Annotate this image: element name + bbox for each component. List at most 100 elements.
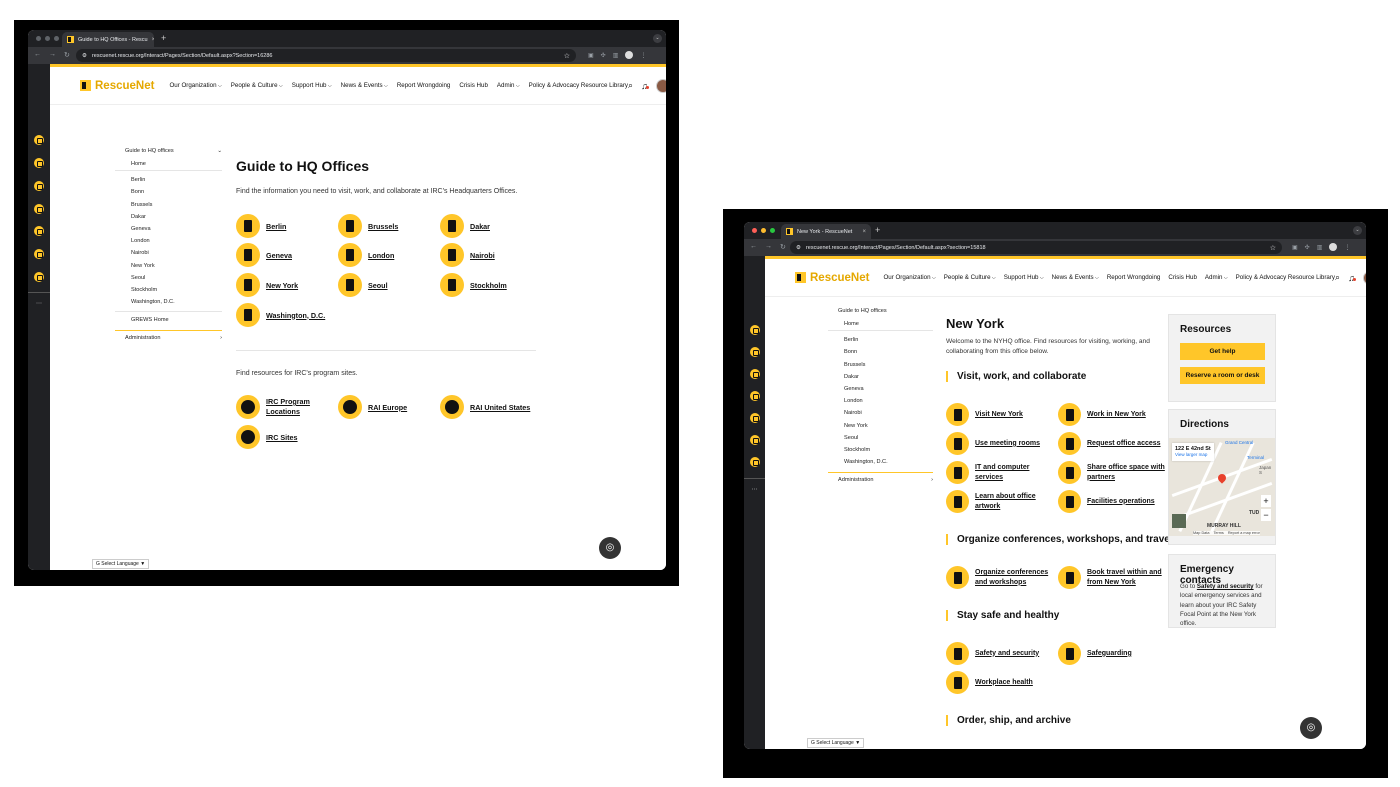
zoom-in-button[interactable]: + bbox=[1261, 495, 1271, 507]
sidenav-item-london[interactable]: London bbox=[828, 395, 933, 407]
rescuenet-logo[interactable]: RescueNet bbox=[795, 272, 869, 284]
nav-crisis-hub[interactable]: Crisis Hub bbox=[459, 82, 488, 89]
avatar[interactable] bbox=[1362, 270, 1366, 285]
search-icon[interactable]: ⌕ bbox=[1335, 272, 1340, 283]
url-field[interactable]: ⚙ rescuenet.rescue.org/Interact/Pages/Se… bbox=[790, 241, 1282, 254]
bell-icon[interactable]: ♫ bbox=[1348, 273, 1356, 283]
extension-icon[interactable]: ▣ bbox=[1292, 244, 1298, 251]
forward-icon[interactable]: → bbox=[765, 243, 772, 251]
sidenav-item-stockholm[interactable]: Stockholm bbox=[115, 284, 222, 296]
reserve-room-button[interactable]: Reserve a room or desk bbox=[1180, 367, 1265, 384]
alerts-app-icon[interactable] bbox=[749, 391, 760, 401]
sidenav-item-bonn[interactable]: Bonn bbox=[115, 186, 222, 198]
link-office-artwork[interactable]: Learn about office artwork bbox=[946, 490, 1056, 513]
new-tab-icon[interactable]: + bbox=[875, 225, 880, 235]
link-it-services[interactable]: IT and computer services bbox=[946, 461, 1056, 484]
site-info-icon[interactable]: ⚙ bbox=[82, 53, 87, 59]
resource-link-program-locations[interactable]: IRC Program Locations bbox=[236, 395, 332, 419]
nav-news-events[interactable]: News & Events bbox=[341, 82, 388, 89]
office-link-nairobi[interactable]: Nairobi bbox=[440, 243, 495, 267]
puzzle-icon[interactable]: ✣ bbox=[601, 52, 606, 59]
calendar-app-icon[interactable] bbox=[749, 457, 760, 467]
office-link-seoul[interactable]: Seoul bbox=[338, 273, 388, 297]
url-field[interactable]: ⚙ rescuenet.rescue.org/Interact/Pages/Se… bbox=[76, 49, 576, 62]
view-larger-map-link[interactable]: View larger map bbox=[1175, 452, 1207, 457]
reload-icon[interactable]: ↻ bbox=[780, 243, 786, 251]
extension-icon[interactable]: ▣ bbox=[588, 52, 594, 59]
resource-link-rai-europe[interactable]: RAI Europe bbox=[338, 395, 407, 419]
people-app-icon[interactable] bbox=[749, 369, 760, 379]
avatar[interactable] bbox=[655, 78, 666, 93]
nav-admin[interactable]: Admin bbox=[1205, 274, 1228, 281]
sidenav-item-home[interactable]: Home bbox=[115, 158, 222, 172]
sidenav-administration[interactable]: Administration › bbox=[115, 330, 222, 341]
apps-grid-icon[interactable]: ⋯ bbox=[36, 300, 42, 307]
alerts-app-icon[interactable] bbox=[34, 204, 44, 214]
back-icon[interactable]: ← bbox=[750, 243, 757, 251]
bookmark-star-icon[interactable]: ☆ bbox=[564, 52, 570, 60]
sidenav-item-geneva[interactable]: Geneva bbox=[828, 383, 933, 395]
office-link-dakar[interactable]: Dakar bbox=[440, 214, 490, 238]
nav-policy-library[interactable]: Policy & Advocacy Resource Library bbox=[529, 82, 628, 89]
people-app-icon[interactable] bbox=[34, 181, 44, 191]
link-book-travel[interactable]: Book travel within and from New York bbox=[1058, 566, 1168, 589]
tab-search-icon[interactable]: ⌄ bbox=[1353, 226, 1362, 235]
get-help-button[interactable]: Get help bbox=[1180, 343, 1265, 360]
menu-icon[interactable]: ⋮ bbox=[1344, 244, 1350, 251]
window-controls[interactable] bbox=[752, 228, 775, 233]
close-tab-icon[interactable]: × bbox=[152, 37, 154, 43]
link-office-access[interactable]: Request office access bbox=[1058, 432, 1161, 455]
sidenav-item-washington[interactable]: Washington, D.C. bbox=[828, 456, 933, 468]
link-share-office-space[interactable]: Share office space with partners bbox=[1058, 461, 1168, 484]
sidenav-item-dakar[interactable]: Dakar bbox=[828, 371, 933, 383]
sidenav-title-row[interactable]: Guide to HQ offices ⌄ bbox=[115, 148, 222, 158]
nav-our-organization[interactable]: Our Organization bbox=[169, 82, 221, 89]
sidenav-title-row[interactable]: Guide to HQ offices bbox=[828, 308, 933, 318]
map-terms-link[interactable]: Terms bbox=[1213, 531, 1223, 535]
window-controls[interactable] bbox=[36, 36, 59, 41]
sidenav-item-nairobi[interactable]: Nairobi bbox=[828, 407, 933, 419]
safety-security-link[interactable]: Safety and security bbox=[1197, 583, 1254, 590]
language-selector[interactable]: G Select Language ▼ bbox=[92, 559, 150, 569]
sidenav-item-geneva[interactable]: Geneva bbox=[115, 223, 222, 235]
sidenav-item-stockholm[interactable]: Stockholm bbox=[828, 444, 933, 456]
puzzle-icon[interactable]: ✣ bbox=[1305, 244, 1310, 251]
nav-our-organization[interactable]: Our Organization bbox=[883, 274, 935, 281]
sidenav-administration[interactable]: Administration › bbox=[828, 472, 933, 483]
profile-icon[interactable] bbox=[625, 51, 634, 59]
sidenav-item-nairobi[interactable]: Nairobi bbox=[115, 247, 222, 259]
sidepanel-icon[interactable]: ▥ bbox=[1317, 244, 1323, 251]
nav-people-culture[interactable]: People & Culture bbox=[231, 82, 283, 89]
rescuenet-logo[interactable]: RescueNet bbox=[80, 80, 154, 92]
location-app-icon[interactable] bbox=[749, 413, 760, 423]
link-safety-security[interactable]: Safety and security bbox=[946, 642, 1039, 665]
map[interactable]: Grand Central Terminal Japan S 122 E 42n… bbox=[1169, 438, 1275, 536]
nav-support-hub[interactable]: Support Hub bbox=[292, 82, 332, 89]
sidenav-item-berlin[interactable]: Berlin bbox=[115, 174, 222, 186]
menu-icon[interactable]: ⋮ bbox=[640, 52, 646, 59]
office-link-brussels[interactable]: Brussels bbox=[338, 214, 398, 238]
profile-icon[interactable] bbox=[1329, 243, 1338, 251]
sidenav-item-new-york[interactable]: New York bbox=[115, 260, 222, 272]
nav-people-culture[interactable]: People & Culture bbox=[944, 274, 996, 281]
chat-app-icon[interactable] bbox=[34, 249, 44, 259]
resource-link-irc-sites[interactable]: IRC Sites bbox=[236, 425, 298, 449]
back-icon[interactable]: ← bbox=[34, 51, 41, 59]
office-link-london[interactable]: London bbox=[338, 243, 394, 267]
reload-icon[interactable]: ↻ bbox=[64, 51, 70, 59]
link-meeting-rooms[interactable]: Use meeting rooms bbox=[946, 432, 1040, 455]
sidenav-item-seoul[interactable]: Seoul bbox=[828, 432, 933, 444]
link-visit-new-york[interactable]: Visit New York bbox=[946, 403, 1023, 426]
sidenav-item-washington[interactable]: Washington, D.C. bbox=[115, 296, 222, 308]
nav-news-events[interactable]: News & Events bbox=[1052, 274, 1099, 281]
home-app-icon[interactable] bbox=[34, 135, 44, 145]
sidenav-item-brussels[interactable]: Brussels bbox=[828, 359, 933, 371]
office-link-geneva[interactable]: Geneva bbox=[236, 243, 292, 267]
sidepanel-icon[interactable]: ▥ bbox=[613, 52, 619, 59]
home-app-icon[interactable] bbox=[749, 325, 760, 335]
bell-icon[interactable]: ♫ bbox=[641, 81, 649, 91]
link-workplace-health[interactable]: Workplace health bbox=[946, 671, 1033, 694]
news-app-icon[interactable] bbox=[749, 347, 760, 357]
language-selector[interactable]: G Select Language ▼ bbox=[807, 738, 865, 748]
browser-tab[interactable]: New York - RescueNet × bbox=[781, 224, 871, 239]
